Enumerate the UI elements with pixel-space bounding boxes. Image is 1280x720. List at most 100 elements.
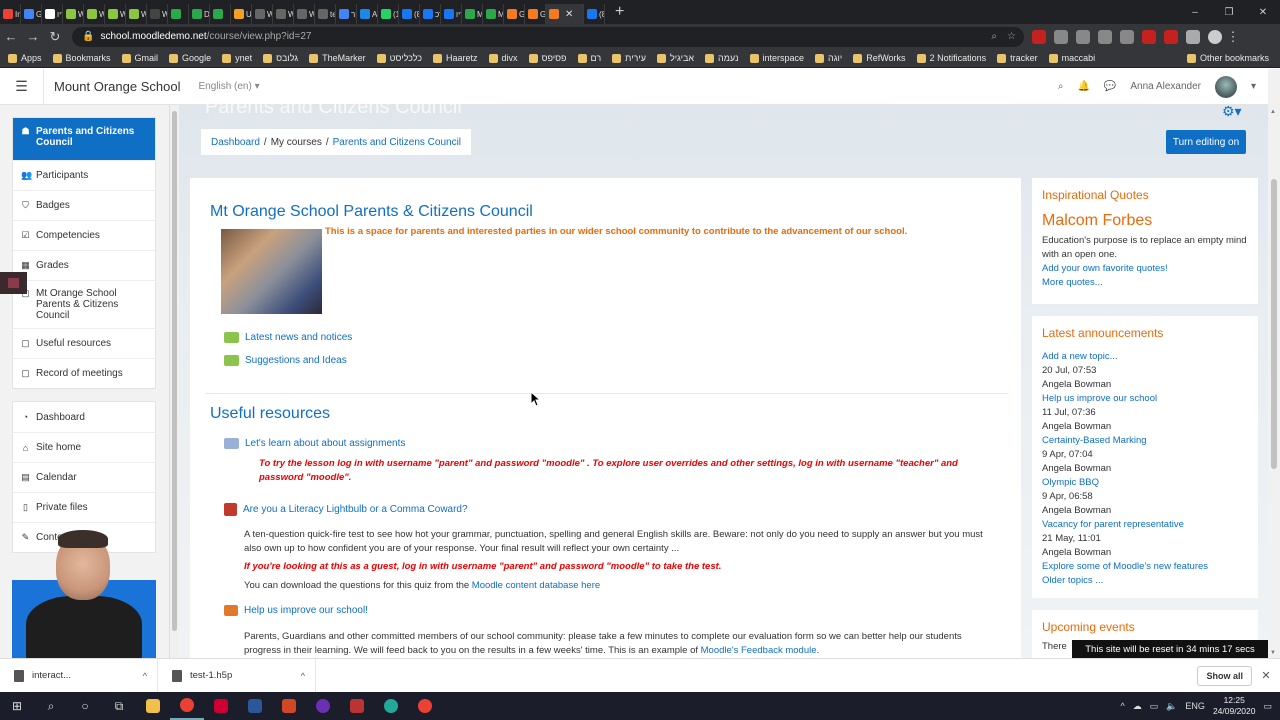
turn-editing-on-button[interactable]: Turn editing on <box>1166 130 1246 154</box>
drawer-item[interactable]: ⛉ Badges <box>13 190 155 220</box>
extension-icon[interactable] <box>1098 29 1112 44</box>
bookmark-item[interactable]: tracker <box>997 53 1038 63</box>
forward-icon[interactable]: → <box>22 29 44 44</box>
bookmark-item[interactable]: maccabi <box>1048 53 1095 63</box>
language-selector[interactable]: English (en) ▾ <box>198 81 259 92</box>
announcement-title[interactable]: Help us improve our school <box>1042 392 1248 406</box>
close-tab-icon[interactable]: ✕ <box>565 9 573 20</box>
bookmark-item[interactable]: Haaretz <box>433 53 478 63</box>
activity-link[interactable]: Are you a Literacy Lightbulb or a Comma … <box>243 504 468 515</box>
drawer-scrollbar[interactable] <box>170 105 179 658</box>
bookmark-item[interactable]: רם <box>577 53 601 63</box>
browser-tab[interactable]: Ge <box>504 4 525 24</box>
activity-link[interactable]: Suggestions and Ideas <box>245 355 347 366</box>
browser-tab[interactable]: Go <box>21 4 42 24</box>
drawer-item[interactable]: 👥 Participants <box>13 160 155 190</box>
drawer-item[interactable]: ⌂ Site home <box>13 432 155 462</box>
new-tab-icon[interactable]: + <box>615 3 624 21</box>
windows-start-icon[interactable]: ⊞ <box>0 692 34 720</box>
extension-icon[interactable] <box>1164 29 1178 44</box>
download-item[interactable]: test-1.h5p ^ <box>158 658 316 693</box>
app-icon[interactable] <box>374 692 408 720</box>
extension-icon[interactable] <box>1142 29 1156 44</box>
bookmark-item[interactable]: גלובס <box>263 53 298 63</box>
chevron-up-icon[interactable]: ^ <box>143 671 147 681</box>
download-item[interactable]: interact... ^ <box>0 658 158 693</box>
content-database-link[interactable]: Moodle content database here <box>472 580 600 591</box>
extension-icon[interactable] <box>1076 29 1090 44</box>
page-scrollbar[interactable]: ▲ ▼ <box>1268 69 1280 658</box>
bookmark-item[interactable]: RefWorks <box>853 53 906 63</box>
gear-icon[interactable]: ⚙▾ <box>1222 103 1242 120</box>
browser-tab[interactable]: דיו <box>42 4 63 24</box>
chrome-icon[interactable] <box>170 692 204 720</box>
activity-link[interactable]: Let's learn about about assignments <box>245 438 405 449</box>
browser-tab[interactable] <box>168 4 189 24</box>
activity-link[interactable]: Help us improve our school! <box>244 605 368 616</box>
browser-tab[interactable]: Wh <box>84 4 105 24</box>
lesson-activity[interactable]: Let's learn about about assignments <box>224 438 405 449</box>
browser-tab[interactable]: We <box>147 4 168 24</box>
side-widget-tab[interactable] <box>0 272 27 294</box>
section-title[interactable]: Mt Orange School Parents & Citizens Coun… <box>210 203 533 221</box>
forum-activity[interactable]: Latest news and notices <box>224 332 352 343</box>
breadcrumb-dashboard[interactable]: Dashboard <box>211 137 260 148</box>
messages-icon[interactable]: 💬 <box>1104 81 1116 92</box>
bookmark-item[interactable]: אביגיל <box>656 53 694 63</box>
minimize-icon[interactable]: – <box>1178 7 1212 18</box>
feedback-module-link[interactable]: Moodle's Feedback module <box>701 645 817 656</box>
browser-tab[interactable]: רכ <box>420 4 441 24</box>
browser-tab[interactable]: Inb <box>0 4 21 24</box>
obs-icon[interactable] <box>306 692 340 720</box>
older-topics-link[interactable]: Older topics ... <box>1042 574 1248 588</box>
activity-link[interactable]: Latest news and notices <box>245 332 352 343</box>
browser-tab[interactable]: קר <box>336 4 357 24</box>
breadcrumb-mycourses[interactable]: My courses <box>271 137 322 148</box>
chevron-down-icon[interactable]: ▾ <box>1251 81 1256 92</box>
hamburger-menu-icon[interactable]: ☰ <box>0 68 44 105</box>
language-indicator[interactable]: ENG <box>1185 701 1205 711</box>
browser-tab[interactable] <box>210 4 231 24</box>
profile-avatar-icon[interactable] <box>1208 29 1222 44</box>
drawer-item[interactable]: ☗ Parents and Citizens Council <box>13 118 155 160</box>
add-quotes-link[interactable]: Add your own favorite quotes! <box>1042 262 1248 276</box>
extension-icon[interactable] <box>1054 29 1068 44</box>
browser-tab[interactable]: (1 <box>378 4 399 24</box>
reload-icon[interactable]: ↻ <box>44 29 66 45</box>
word-icon[interactable] <box>238 692 272 720</box>
bookmark-item[interactable]: פסיפס <box>528 53 567 63</box>
bookmark-item[interactable]: ynet <box>222 53 252 63</box>
browser-tab[interactable]: De <box>189 4 210 24</box>
drawer-item[interactable]: ☑ Competencies <box>13 220 155 250</box>
browser-tab[interactable]: (8 <box>584 4 605 24</box>
drawer-item[interactable]: ▢Mt Orange School Parents & Citizens Cou… <box>13 280 155 328</box>
bookmark-item[interactable]: TheMarker <box>309 53 366 63</box>
volume-icon[interactable]: 🔈 <box>1166 701 1177 712</box>
section-title[interactable]: Useful resources <box>210 405 330 423</box>
browser-tab[interactable]: Wh <box>294 4 315 24</box>
powerpoint-icon[interactable] <box>272 692 306 720</box>
chrome-icon[interactable] <box>408 692 442 720</box>
announcement-title[interactable]: Vacancy for parent representative <box>1042 518 1248 532</box>
bookmark-item[interactable]: Bookmarks <box>52 53 111 63</box>
more-quotes-link[interactable]: More quotes... <box>1042 276 1248 290</box>
app-icon[interactable] <box>204 692 238 720</box>
browser-tab[interactable]: Wh <box>252 4 273 24</box>
browser-tab[interactable]: Mc <box>462 4 483 24</box>
zoom-icon[interactable]: ⌕ <box>991 31 997 42</box>
bookmark-item[interactable]: divx <box>488 53 518 63</box>
add-topic-link[interactable]: Add a new topic... <box>1042 350 1248 364</box>
notification-bell-icon[interactable]: 🔔 <box>1077 81 1089 92</box>
back-icon[interactable]: ← <box>0 29 22 44</box>
announcement-title[interactable]: Olympic BBQ <box>1042 476 1248 490</box>
announcement-title[interactable]: Certainty-Based Marking <box>1042 434 1248 448</box>
extension-icon[interactable] <box>1120 29 1134 44</box>
address-bar[interactable]: 🔒 school.moodledemo.net /course/view.php… <box>72 26 1024 47</box>
forum-activity[interactable]: Suggestions and Ideas <box>224 355 347 366</box>
browser-tab[interactable]: דיו <box>441 4 462 24</box>
bookmark-item[interactable]: interspace <box>749 53 804 63</box>
bookmark-star-icon[interactable]: ☆ <box>1007 31 1016 42</box>
clock[interactable]: 12:25 24/09/2020 <box>1213 695 1256 717</box>
bookmark-item[interactable]: נעמה <box>705 53 739 63</box>
drawer-item[interactable]: ▢ Record of meetings <box>13 358 155 388</box>
